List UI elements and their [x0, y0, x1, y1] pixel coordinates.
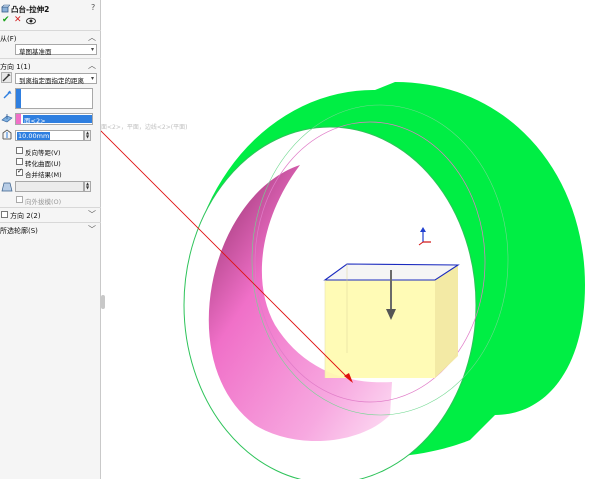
face-selection-box[interactable]: 面<2>: [15, 113, 93, 125]
chevron-down-icon[interactable]: ﹀: [88, 224, 96, 235]
draft-angle-spinner[interactable]: ▲ ▼: [84, 181, 91, 192]
panel-title-bar: 凸台-拉伸2 ?: [0, 3, 101, 15]
end-condition-select[interactable]: 到离指定面指定的距离 ▾: [15, 73, 97, 85]
draft-outward-label: 向外拔模(O): [25, 198, 62, 206]
preview-eye-icon[interactable]: [26, 17, 36, 25]
cancel-x-icon[interactable]: ✕: [14, 15, 22, 25]
from-select[interactable]: 草图基准面 ▾: [15, 44, 97, 56]
chevron-down-icon[interactable]: ﹀: [88, 209, 96, 220]
direction2-section-label: 方向 2(2): [10, 212, 41, 220]
direction-selection-box[interactable]: [15, 88, 93, 109]
distance-icon: [2, 129, 12, 140]
translate-surface-label: 转化曲面(U): [25, 160, 61, 168]
draft-icon[interactable]: [1, 181, 13, 192]
draft-outward-checkbox[interactable]: [16, 196, 23, 203]
help-icon[interactable]: ?: [91, 3, 95, 12]
draft-angle-input[interactable]: [15, 181, 84, 192]
graphics-viewport[interactable]: [101, 0, 600, 479]
merge-result-checkbox[interactable]: [16, 167, 23, 176]
reverse-offset-checkbox[interactable]: [16, 147, 23, 154]
selected-contours-label: 所选轮廓(S): [0, 227, 38, 235]
direction-arrow-icon[interactable]: [2, 90, 12, 100]
end-condition-icon[interactable]: [1, 72, 12, 83]
merge-result-label: 合并结果(M): [25, 171, 62, 179]
direction1-section-label: 方向 1(1): [0, 63, 31, 71]
ok-check-icon[interactable]: ✔: [2, 15, 10, 25]
face-icon[interactable]: [1, 113, 13, 124]
translate-surface-checkbox[interactable]: [16, 158, 23, 165]
reverse-offset-label: 反向等距(V): [25, 149, 61, 157]
extrude-icon: [1, 4, 10, 13]
chevron-up-icon[interactable]: ︿: [88, 32, 96, 43]
direction2-checkbox[interactable]: [1, 211, 8, 218]
distance-input[interactable]: 10.00mm: [15, 130, 84, 141]
face-item[interactable]: 面<2>: [24, 115, 46, 125]
property-manager: 凸台-拉伸2 ? ✔ ✕ 从(F) ︿ 草图基准面 ▾ 方向 1(1) ︿ 到离指…: [0, 0, 101, 479]
panel-title: 凸台-拉伸2: [11, 5, 50, 14]
from-section-label: 从(F): [0, 35, 17, 43]
chevron-up-icon[interactable]: ︿: [88, 60, 96, 71]
distance-spinner[interactable]: ▲ ▼: [84, 130, 91, 141]
